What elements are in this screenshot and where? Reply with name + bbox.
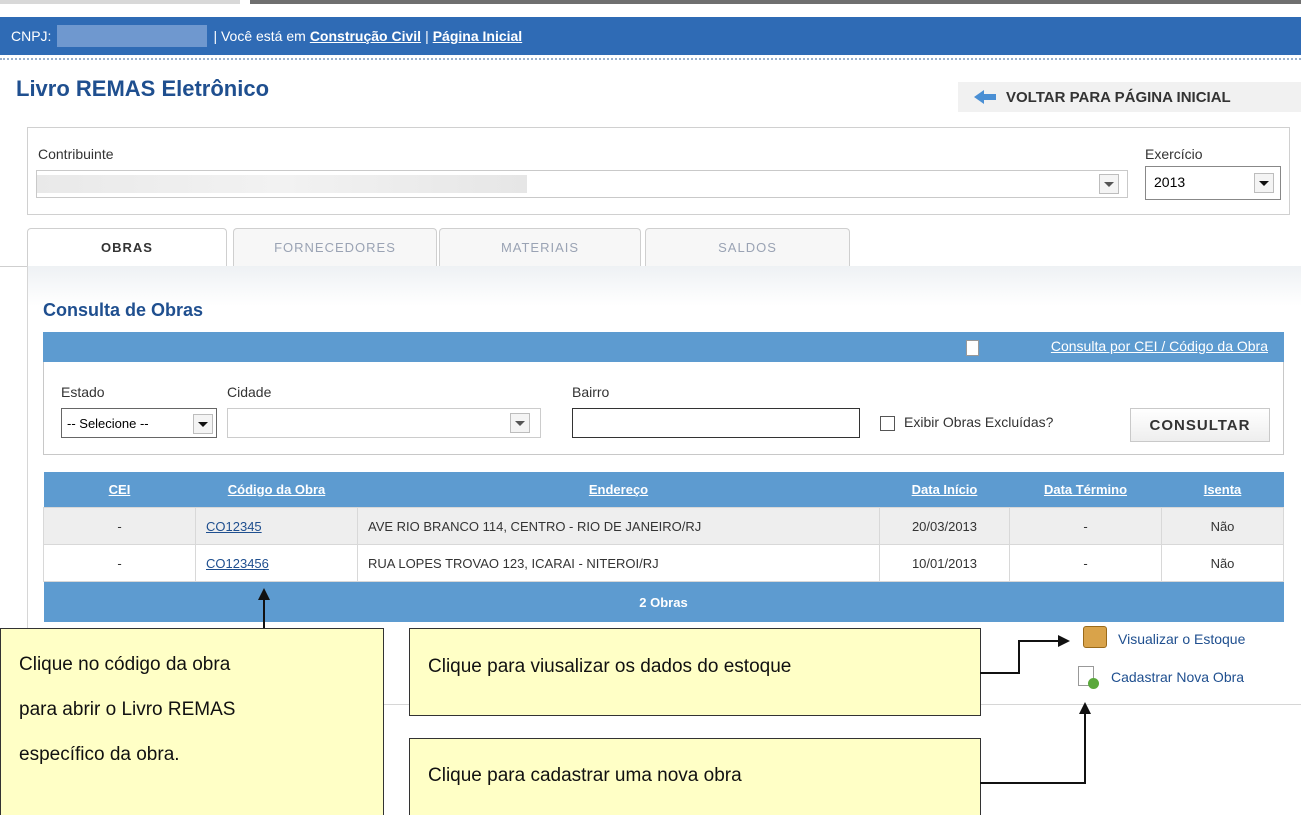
callout-codigo-line-1: Clique no código da obra [19, 654, 231, 675]
estado-label: Estado [61, 384, 105, 400]
cell-data-termino: - [1009, 544, 1162, 582]
chevron-down-icon[interactable] [193, 414, 213, 434]
col-header-isenta[interactable]: Isenta [1161, 472, 1284, 508]
cell-isenta: Não [1161, 507, 1284, 545]
cell-data-termino: - [1009, 507, 1162, 545]
tab-saldos[interactable]: SALDOS [645, 228, 850, 267]
chevron-down-icon[interactable] [1254, 173, 1274, 193]
table-row: - CO12345 AVE RIO BRANCO 114, CENTRO - R… [43, 507, 1284, 545]
filter-header-bar: Consulta por CEI / Código da Obra [43, 332, 1284, 362]
back-arrow-icon [974, 90, 984, 104]
breadcrumb-separator: | [425, 28, 429, 44]
callout-estoque-text: Clique para viusalizar os dados do estoq… [428, 656, 792, 677]
breadcrumb-construcao-civil-link[interactable]: Construção Civil [310, 28, 421, 44]
total-obras-count: 2 Obras [43, 581, 1284, 622]
arrow-up-icon [258, 588, 270, 600]
chevron-down-icon[interactable] [510, 413, 530, 433]
consultar-button[interactable]: CONSULTAR [1130, 408, 1270, 442]
divider [0, 58, 1301, 60]
callout-connector [980, 782, 1086, 784]
callout-connector [1018, 640, 1020, 674]
callout-codigo-line-3: específico da obra. [19, 744, 180, 765]
table-header-row: CEI Código da Obra Endereço Data Início … [43, 472, 1284, 508]
filter-panel: Estado Cidade Bairro -- Selecione -- Exi… [43, 362, 1284, 455]
chevron-down-icon[interactable] [1099, 174, 1119, 194]
table-row: - CO123456 RUA LOPES TROVAO 123, ICARAI … [43, 544, 1284, 582]
cei-search-link[interactable]: Consulta por CEI / Código da Obra [1051, 338, 1268, 354]
cidade-select[interactable] [227, 408, 541, 438]
cell-codigo: CO12345 [195, 507, 358, 545]
arrow-right-icon [1058, 635, 1070, 647]
contribuinte-panel: Contribuinte Exercício 2013 [27, 127, 1290, 215]
exibir-excluidas-checkbox[interactable] [880, 416, 895, 431]
callout-connector [263, 600, 265, 628]
codigo-obra-link[interactable]: CO123456 [206, 556, 269, 571]
package-icon [1083, 626, 1107, 648]
cnpj-label: CNPJ: [11, 28, 52, 44]
col-header-data-termino[interactable]: Data Término [1009, 472, 1162, 508]
table-footer-row: 2 Obras [43, 581, 1284, 622]
breadcrumb-home-link[interactable]: Página Inicial [433, 28, 522, 44]
tab-materiais[interactable]: MATERIAIS [439, 228, 641, 267]
callout-connector [1084, 714, 1086, 784]
obras-table: CEI Código da Obra Endereço Data Início … [43, 472, 1284, 622]
cell-codigo: CO123456 [195, 544, 358, 582]
tab-obras[interactable]: OBRAS [27, 228, 227, 267]
back-button-label: VOLTAR PARA PÁGINA INICIAL [1006, 88, 1231, 106]
section-title: Consulta de Obras [43, 300, 204, 320]
cell-cei: - [43, 507, 196, 545]
callout-connector [980, 672, 1020, 674]
estado-value: -- Selecione -- [67, 416, 149, 431]
col-header-endereco[interactable]: Endereço [357, 472, 880, 508]
callout-nova-obra-text: Clique para cadastrar uma nova obra [428, 765, 742, 786]
cidade-label: Cidade [227, 384, 272, 400]
add-document-icon [1078, 666, 1099, 689]
top-navigation-bar: CNPJ: | Você está em Construção Civil | … [0, 17, 1301, 55]
bairro-label: Bairro [572, 384, 610, 400]
contribuinte-select[interactable] [36, 170, 1128, 198]
exibir-excluidas-label: Exibir Obras Excluídas? [904, 414, 1054, 430]
cadastrar-nova-obra-link[interactable]: Cadastrar Nova Obra [1111, 669, 1244, 685]
contribuinte-value-redacted [37, 175, 527, 193]
cnpj-value-redacted [57, 25, 208, 47]
visualizar-estoque-link[interactable]: Visualizar o Estoque [1118, 631, 1245, 647]
cell-cei: - [43, 544, 196, 582]
col-header-cei[interactable]: CEI [43, 472, 196, 508]
arrow-up-icon [1079, 702, 1091, 714]
col-header-data-inicio[interactable]: Data Início [879, 472, 1010, 508]
cell-endereco: AVE RIO BRANCO 114, CENTRO - RIO DE JANE… [357, 507, 880, 545]
callout-codigo-line-2: para abrir o Livro REMAS [19, 699, 236, 720]
contribuinte-label: Contribuinte [38, 146, 114, 162]
col-header-codigo[interactable]: Código da Obra [195, 472, 358, 508]
cell-data-inicio: 10/01/2013 [879, 544, 1010, 582]
callout-codigo-obra: Clique no código da obra para abrir o Li… [0, 628, 384, 815]
cell-endereco: RUA LOPES TROVAO 123, ICARAI - NITEROI/R… [357, 544, 880, 582]
bairro-input[interactable] [572, 408, 860, 438]
codigo-obra-link[interactable]: CO12345 [206, 519, 262, 534]
tab-fornecedores[interactable]: FORNECEDORES [233, 228, 437, 267]
exercicio-select[interactable]: 2013 [1145, 166, 1281, 200]
callout-estoque: Clique para viusalizar os dados do estoq… [409, 628, 981, 716]
back-to-home-button[interactable]: VOLTAR PARA PÁGINA INICIAL [958, 82, 1301, 112]
exercicio-value: 2013 [1154, 174, 1186, 190]
cell-data-inicio: 20/03/2013 [879, 507, 1010, 545]
document-search-icon [966, 340, 979, 356]
estado-select[interactable]: -- Selecione -- [61, 408, 217, 438]
callout-connector [1018, 640, 1060, 642]
exercicio-label: Exercício [1145, 146, 1203, 162]
location-text: | Você está em [213, 28, 306, 44]
cell-isenta: Não [1161, 544, 1284, 582]
callout-nova-obra: Clique para cadastrar uma nova obra [409, 738, 981, 815]
page-title: Livro REMAS Eletrônico [16, 76, 270, 101]
top-edge [0, 0, 1301, 10]
